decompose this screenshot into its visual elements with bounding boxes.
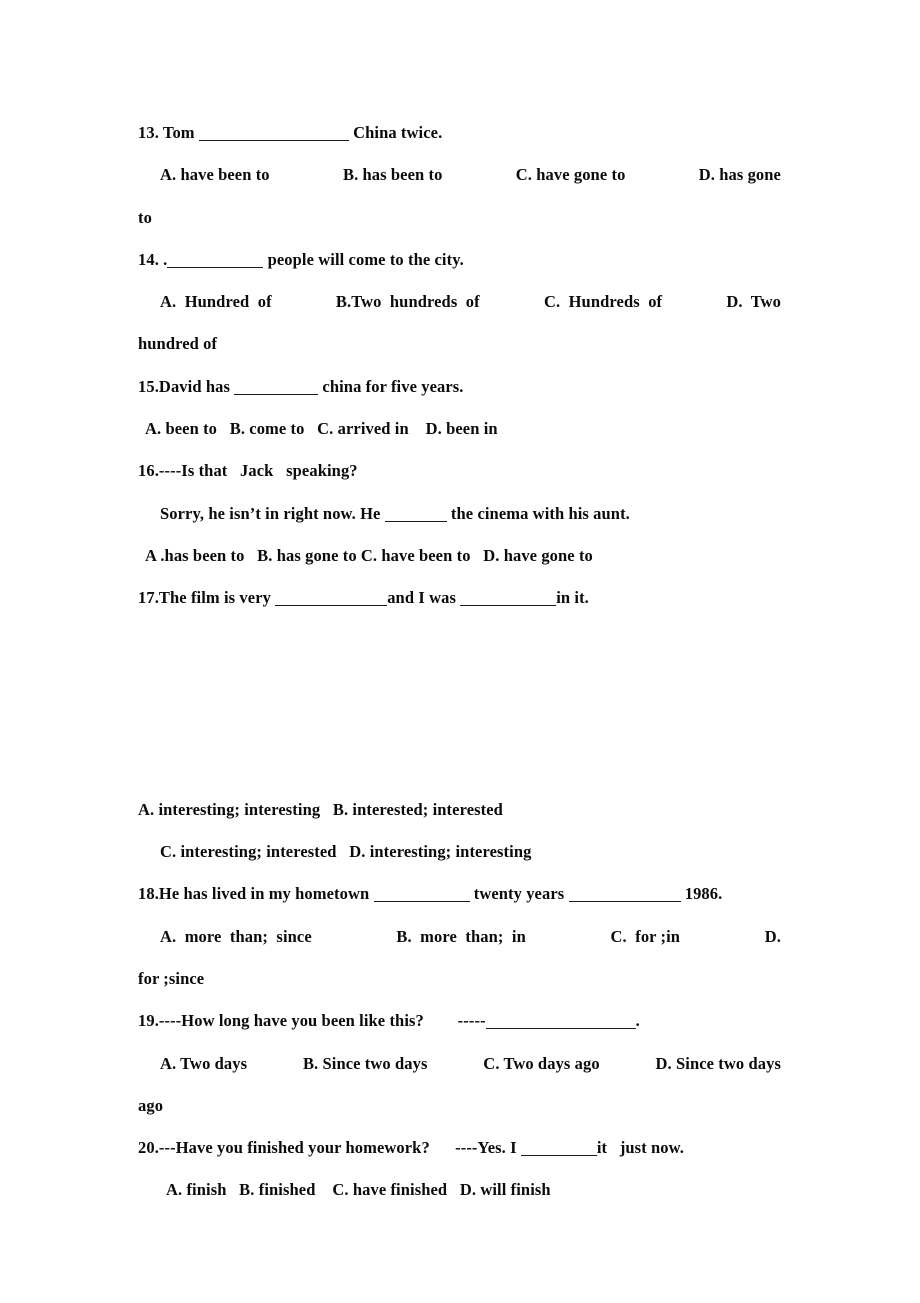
question-15-stem-after: china for five years. <box>318 376 464 396</box>
question-15-stem: 15.David has china for five years. <box>138 366 781 408</box>
answer-blank[interactable] <box>234 381 319 395</box>
question-13-options-wrap: to <box>138 207 152 227</box>
worksheet-text-column: 13. Tom China twice. A. have been to B. … <box>138 112 781 1212</box>
option-b[interactable]: B. more than; in <box>396 916 525 958</box>
question-17-options-row1[interactable]: A. interesting; interesting B. intereste… <box>138 789 781 831</box>
question-13-stem-before: 13. Tom <box>138 123 199 142</box>
question-17-stem-part1: 17.The film is very <box>138 588 276 608</box>
option-c[interactable]: C. for ;in <box>611 916 681 958</box>
document-page: 13. Tom China twice. A. have been to B. … <box>0 0 920 1303</box>
question-18-options: A. more than; since B. more than; in C. … <box>138 916 781 958</box>
question-19-options: A. Two days B. Since two days C. Two day… <box>138 1043 781 1085</box>
answer-blank[interactable] <box>520 1142 597 1157</box>
question-20-options[interactable]: A. finish B. finished C. have finished D… <box>138 1169 781 1211</box>
question-13-options: A. have been to B. has been to C. have g… <box>138 154 781 196</box>
question-17-stem-part2: and I was <box>387 588 461 608</box>
option-d[interactable]: D. Two <box>726 281 781 323</box>
question-16-dialogue: Sorry, he isn’t in right now. He the cin… <box>138 493 781 535</box>
question-14-options: A. Hundred of B.Two hundreds of C. Hundr… <box>138 281 781 323</box>
question-16-options[interactable]: A .has been to B. has gone to C. have be… <box>138 535 781 577</box>
question-18-stem-part1: 18.He has lived in my hometown <box>138 884 374 904</box>
option-b[interactable]: B. Since two days <box>303 1043 428 1085</box>
question-19-stem-after: . <box>635 1011 640 1031</box>
question-16-dialogue-after: the cinema with his aunt. <box>446 503 630 523</box>
question-14-stem-after: people will come to the city. <box>263 249 464 269</box>
question-18-stem-part3: 1986. <box>680 884 723 904</box>
answer-blank[interactable] <box>485 1015 636 1030</box>
question-13-stem-after: China twice. <box>348 123 443 142</box>
option-d[interactable]: D. <box>765 916 781 958</box>
option-a[interactable]: A. have been to <box>160 154 270 196</box>
question-19-options-wrap: ago <box>138 1095 164 1115</box>
answer-blank[interactable] <box>167 254 264 268</box>
option-a[interactable]: A. Two days <box>160 1043 247 1085</box>
answer-blank[interactable] <box>373 888 470 903</box>
question-18-stem: 18.He has lived in my hometown twenty ye… <box>138 873 781 915</box>
option-b[interactable]: B. has been to <box>343 154 443 196</box>
option-b[interactable]: B.Two hundreds of <box>336 281 480 323</box>
question-17-stem: 17.The film is very and I was in it. <box>138 577 781 619</box>
question-14-options-wrap: hundred of <box>138 334 218 354</box>
question-19-stem-before: 19.----How long have you been like this?… <box>138 1011 486 1031</box>
question-15-options[interactable]: A. been to B. come to C. arrived in D. b… <box>138 408 781 450</box>
answer-blank[interactable] <box>198 127 349 141</box>
option-a[interactable]: A. Hundred of <box>160 281 272 323</box>
option-a[interactable]: A. more than; since <box>160 916 312 958</box>
question-18-options-wrap: for ;since <box>138 968 205 988</box>
option-c[interactable]: C. have gone to <box>516 154 626 196</box>
question-16-dialogue-before: Sorry, he isn’t in right now. He <box>160 503 385 523</box>
answer-blank[interactable] <box>384 508 447 522</box>
question-20-stem-before: 20.---Have you finished your homework? -… <box>138 1138 521 1158</box>
question-15-stem-before: 15.David has <box>138 376 235 396</box>
question-18-stem-part2: twenty years <box>469 884 569 904</box>
option-d[interactable]: D. has gone <box>699 154 781 196</box>
question-17-options-row2[interactable]: C. interesting; interested D. interestin… <box>138 831 781 873</box>
question-13-stem: 13. Tom China twice. <box>138 112 781 154</box>
answer-blank[interactable] <box>275 592 388 607</box>
answer-blank[interactable] <box>568 888 681 903</box>
question-14-stem: 14. . people will come to the city. <box>138 239 781 281</box>
question-14-stem-before: 14. . <box>138 249 168 269</box>
option-c[interactable]: C. Two days ago <box>483 1043 599 1085</box>
question-20-stem: 20.---Have you finished your homework? -… <box>138 1127 781 1169</box>
option-d[interactable]: D. Since two days <box>656 1043 781 1085</box>
option-c[interactable]: C. Hundreds of <box>544 281 662 323</box>
question-17-stem-part3: in it. <box>556 588 589 608</box>
answer-blank[interactable] <box>460 592 557 607</box>
question-16-stem: 16.----Is that Jack speaking? <box>138 461 358 481</box>
question-20-stem-after: it just now. <box>596 1138 684 1158</box>
question-19-stem: 19.----How long have you been like this?… <box>138 1000 781 1042</box>
